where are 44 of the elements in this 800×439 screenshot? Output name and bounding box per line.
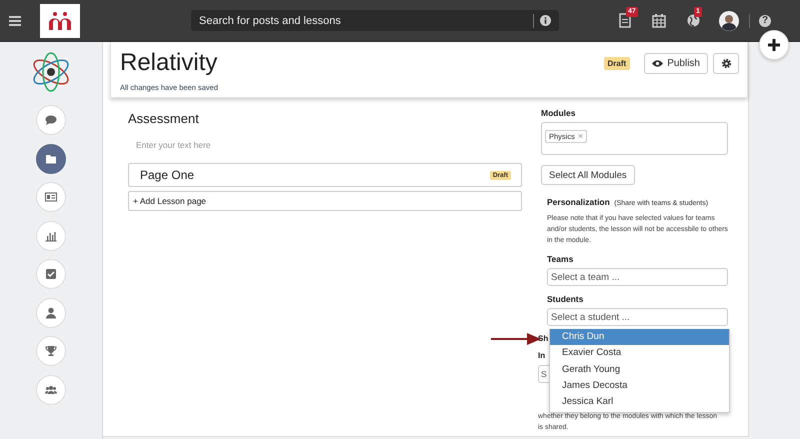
- field-label: Students: [547, 294, 584, 304]
- avatar-icon[interactable]: [719, 10, 739, 30]
- menu-icon[interactable]: [9, 16, 21, 26]
- folder-icon: [45, 152, 57, 164]
- dropdown-option[interactable]: James Decosta: [550, 378, 729, 394]
- field-placeholder: S: [541, 369, 547, 379]
- group-icon: [45, 384, 57, 396]
- eye-icon: [652, 60, 664, 67]
- document-icon[interactable]: [619, 13, 631, 28]
- user-icon: [45, 306, 57, 318]
- search-bar[interactable]: Search for posts and lessons: [191, 10, 559, 31]
- field-label: Sh: [538, 334, 548, 343]
- trophy-icon: [45, 345, 57, 357]
- section-heading: Assessment: [128, 111, 200, 126]
- select-all-button[interactable]: Select All Modules: [541, 165, 635, 185]
- help-icon[interactable]: ?: [759, 14, 771, 26]
- add-button[interactable]: [759, 30, 789, 60]
- field-label: In: [538, 351, 546, 360]
- field-label: Teams: [547, 254, 574, 264]
- dropdown-option[interactable]: Jessica Karl: [550, 394, 729, 410]
- check-icon: [45, 268, 57, 280]
- info-icon[interactable]: [540, 15, 551, 26]
- chart-icon: [45, 230, 57, 242]
- lesson-title: Relativity: [120, 49, 218, 77]
- card-icon: [45, 191, 57, 203]
- field-label: Modules: [541, 108, 576, 118]
- search-field[interactable]: Search for posts and lessons: [191, 14, 533, 28]
- add-page-button[interactable]: + Add Lesson page: [128, 191, 522, 211]
- sidebar-button[interactable]: [36, 144, 66, 174]
- logo-icon[interactable]: [40, 4, 80, 38]
- section-title: Personalization: [547, 197, 610, 207]
- chat-icon: [45, 114, 57, 126]
- status-badge: Draft: [604, 57, 630, 70]
- publish-button[interactable]: Publish: [644, 53, 708, 74]
- team-select[interactable]: Select a team ...: [547, 268, 728, 286]
- dropdown-option[interactable]: Gerath Young: [550, 362, 729, 378]
- settings-button[interactable]: [713, 53, 739, 74]
- plus-icon: [768, 39, 780, 51]
- dropdown-option[interactable]: Chris Dun: [550, 329, 729, 346]
- student-select[interactable]: Select a student ...: [547, 308, 728, 326]
- dropdown-option[interactable]: Exavier Costa: [550, 345, 729, 362]
- settings-icon: [720, 58, 732, 69]
- calendar-icon[interactable]: [652, 14, 666, 28]
- page-title: Page One: [140, 168, 194, 182]
